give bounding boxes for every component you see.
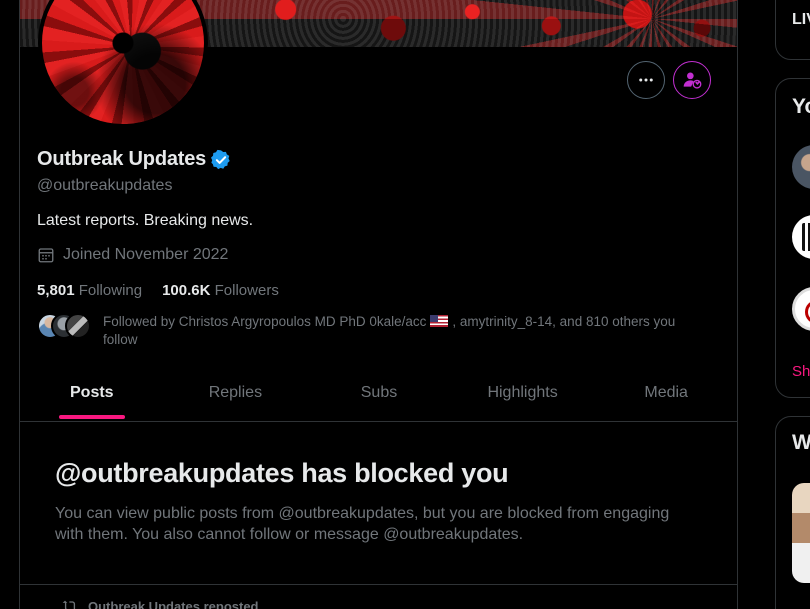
who-to-follow-card: Yo Sh <box>775 78 810 398</box>
tab-label: Replies <box>208 383 263 401</box>
tab-label: Subs <box>360 383 398 401</box>
tab-label: Media <box>644 383 688 401</box>
profile-tabs: Posts Replies Subs Highlights Media <box>20 364 737 422</box>
verified-badge-icon[interactable] <box>210 149 232 171</box>
tab-label: Posts <box>70 383 114 401</box>
calendar-icon <box>38 248 54 263</box>
profile-handle: @outbreakupdates <box>37 177 173 194</box>
us-flag-icon <box>430 315 449 327</box>
avatar <box>65 313 91 339</box>
tab-highlights[interactable]: Highlights <box>451 364 595 421</box>
live-card[interactable]: LIV <box>775 0 810 60</box>
following-label: Following <box>78 282 143 299</box>
repost-label: Outbreak Updates reposted <box>88 598 259 609</box>
card-heading: W <box>792 431 810 454</box>
display-name: Outbreak Updates <box>37 148 207 170</box>
tab-replies[interactable]: Replies <box>164 364 308 421</box>
avatar[interactable] <box>792 145 810 189</box>
repost-indicator[interactable]: Outbreak Updates reposted <box>62 598 259 609</box>
blocked-title: @outbreakupdates has blocked you <box>55 458 509 488</box>
avatar[interactable] <box>792 287 810 331</box>
tab-posts[interactable]: Posts <box>20 364 164 421</box>
followers-count: 100.6K <box>162 282 211 299</box>
repost-icon <box>62 600 76 609</box>
blocked-user-icon <box>683 72 702 89</box>
display-name-row: Outbreak Updates <box>37 148 232 171</box>
blocked-notice: @outbreakupdates has blocked you You can… <box>55 458 695 545</box>
profile-bio: Latest reports. Breaking news. <box>37 212 254 229</box>
more-horizontal-icon <box>639 78 653 82</box>
profile-avatar[interactable] <box>38 0 208 128</box>
followed-by-section[interactable]: Followed by Christos Argyropoulos MD PhD… <box>37 313 703 349</box>
following-link[interactable]: 5,801 Following <box>37 282 142 299</box>
trend-image[interactable] <box>792 483 810 583</box>
followers-label: Followers <box>214 282 279 299</box>
live-label: LIV <box>792 11 810 28</box>
profile-column: Outbreak Updates @outbreakupdates Latest… <box>19 0 738 609</box>
followed-by-prefix: Followed by Christos Argyropoulos MD PhD… <box>103 314 427 329</box>
followers-you-know-avatars <box>37 313 93 339</box>
followers-link[interactable]: 100.6K Followers <box>162 282 279 299</box>
joined-date: Joined November 2022 <box>37 246 228 264</box>
tab-label: Highlights <box>487 383 558 401</box>
more-options-button[interactable] <box>627 61 665 99</box>
following-count: 5,801 <box>37 282 75 299</box>
blocked-description: You can view public posts from @outbreak… <box>55 505 670 543</box>
followed-by-text: Followed by Christos Argyropoulos MD PhD… <box>103 313 703 349</box>
avatar[interactable] <box>792 215 810 259</box>
divider <box>20 584 737 585</box>
blocked-user-button[interactable] <box>673 61 711 99</box>
joined-text: Joined November 2022 <box>63 246 229 263</box>
tab-media[interactable]: Media <box>594 364 737 421</box>
show-more-link[interactable]: Sh <box>792 363 810 380</box>
tab-subs[interactable]: Subs <box>307 364 451 421</box>
active-tab-indicator <box>58 415 125 419</box>
card-heading: Yo <box>792 95 810 118</box>
follow-stats: 5,801 Following 100.6K Followers <box>37 282 299 299</box>
whats-happening-card: W <box>775 416 810 609</box>
